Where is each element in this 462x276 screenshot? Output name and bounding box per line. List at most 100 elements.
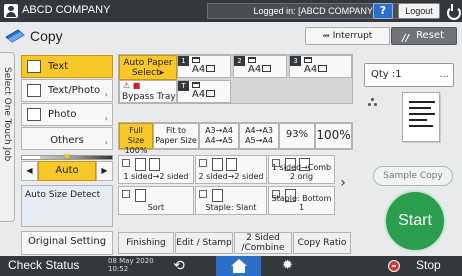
density-indicator-icon <box>63 154 71 159</box>
tray-number: T <box>178 81 189 91</box>
tray-number: 3 <box>290 56 301 66</box>
start-button[interactable]: Start <box>384 190 446 252</box>
help-button[interactable]: ? <box>373 3 393 19</box>
density-darker-button[interactable]: ▶ <box>96 161 113 181</box>
original-type-photo[interactable]: Photo › <box>21 103 113 126</box>
interrupt-button[interactable]: ⥈ Interrupt <box>305 27 390 45</box>
ratio-label: A5→A4 <box>245 136 273 145</box>
tray-1-button[interactable]: 1 A4 <box>177 55 231 78</box>
gear-icon[interactable]: ✹ <box>282 257 293 275</box>
auto-paper-select-button[interactable]: Auto Paper Select▸ <box>119 55 177 80</box>
fit-to-paper-button[interactable]: Fit to Paper Size <box>153 123 199 149</box>
duplex-icon <box>212 158 267 172</box>
quantity-label: Qty : <box>371 69 396 80</box>
duplex-icon <box>135 158 190 172</box>
reset-label: Reset <box>416 30 444 41</box>
reduce-a3-a4-button[interactable]: A3→A4 A4→A5 <box>199 123 239 149</box>
comb-two-orig-button[interactable]: 1 sided→Comb 2 orig <box>268 155 335 184</box>
original-type-text[interactable]: Text <box>21 55 113 78</box>
tray-number: 2 <box>234 56 245 66</box>
reset-icon: // <box>402 33 410 44</box>
bottom-bar: Check Status 08 May 2020 10:52 ⟲ ✹ Stop <box>0 256 462 276</box>
density-preview-icon <box>368 98 378 108</box>
original-type-label: Others <box>50 135 84 146</box>
ratio-93-button[interactable]: 93% <box>279 123 315 149</box>
tray-icon <box>248 57 256 63</box>
staple-bottom-button[interactable]: Staple: Bottom 1 <box>268 186 335 215</box>
interrupt-icon: ⥈ <box>322 31 333 41</box>
finishing-label: 2 sided→2 sided <box>198 172 264 181</box>
chevron-icon: › <box>104 114 108 123</box>
stop-icon[interactable] <box>388 260 400 272</box>
staple-slant-icon <box>212 189 267 203</box>
sample-copy-button[interactable]: Sample Copy <box>373 166 453 186</box>
tray-icon <box>192 57 200 63</box>
tab-2-sided-combine[interactable]: 2 Sided /Combine <box>234 232 292 254</box>
density-lighter-button[interactable]: ◀ <box>21 161 38 181</box>
original-setting-button[interactable]: Original Setting <box>21 231 113 255</box>
checkbox <box>199 190 207 198</box>
reset-button[interactable]: // Reset <box>391 27 457 45</box>
tray-3-button[interactable]: 3 A4 <box>289 55 352 78</box>
staple-slant-button[interactable]: Staple: Slant <box>195 186 267 215</box>
copy-preview <box>364 92 454 152</box>
density-auto-button[interactable]: Auto <box>38 161 96 181</box>
ratio-label: A3→A4 <box>205 126 233 135</box>
ratio-label: Full Size <box>127 126 145 145</box>
date-text: 08 May 2020 <box>108 257 154 265</box>
tab-copy-ratio[interactable]: Copy Ratio <box>293 232 351 254</box>
power-icon[interactable] <box>446 4 461 20</box>
page-title: Copy <box>30 28 63 44</box>
paper-tray-panel: Auto Paper Select▸ 1 A4 2 A4 3 A4 ⚠ ■ By… <box>118 54 353 104</box>
ratio-label: Paper Size <box>155 136 197 145</box>
one-to-two-sided-button[interactable]: 1 sided→2 sided <box>118 155 194 184</box>
photo-icon <box>27 108 41 121</box>
original-type-text-photo[interactable]: Text/Photo › <box>21 79 113 102</box>
ratio-label: A4→A5 <box>205 136 233 145</box>
tray-icon <box>304 57 312 63</box>
finishing-label: Staple: Bottom 1 <box>271 194 332 212</box>
time-text: 10:52 <box>108 265 129 273</box>
enlarge-a4-a3-button[interactable]: A4→A3 A5→A4 <box>239 123 279 149</box>
stop-button[interactable]: Stop <box>416 258 441 272</box>
sort-button[interactable]: Sort <box>118 186 194 215</box>
bypass-tray-button[interactable]: ⚠ ■ Bypass Tray <box>119 80 177 103</box>
tray-size: A4 <box>192 89 215 100</box>
user-icon <box>4 4 18 18</box>
quantity-field[interactable]: Qty :1 ... <box>364 63 454 87</box>
checkbox <box>199 159 207 167</box>
side-tab-label: Select One Touch Job <box>2 67 12 162</box>
original-type-others[interactable]: Others › <box>21 127 113 150</box>
logout-button[interactable]: Logout <box>398 3 440 19</box>
date-time: 08 May 2020 10:52 <box>108 257 154 273</box>
tray-size: A4 <box>248 64 271 75</box>
auto-paper-label-2: Select▸ <box>131 68 165 78</box>
bypass-warning-icon: ⚠ ■ <box>123 81 141 90</box>
text-icon <box>27 60 41 73</box>
finishing-label: 1 sided→Comb 2 orig <box>271 163 332 181</box>
next-page-button[interactable]: › <box>336 164 350 204</box>
finishing-label: 1 sided→2 sided <box>123 172 189 181</box>
back-icon[interactable]: ⟲ <box>166 258 192 274</box>
tray-2-button[interactable]: 2 A4 <box>233 55 287 78</box>
auto-size-detect: Auto Size Detect <box>21 185 113 227</box>
tray-t-button[interactable]: T A4 <box>177 80 231 103</box>
two-to-two-sided-button[interactable]: 2 sided→2 sided <box>195 155 267 184</box>
check-status-button[interactable]: Check Status <box>8 258 79 272</box>
top-bar: ABCD COMPANY Logged in: [ABCD COMPANY] ?… <box>0 0 462 22</box>
tray-size: A4 <box>192 64 215 75</box>
select-one-touch-job-tab[interactable]: Select One Touch Job <box>0 52 15 222</box>
quantity-more: ... <box>439 69 449 80</box>
full-size-button[interactable]: Full Size 100% <box>119 123 153 155</box>
finishing-label: Sort <box>147 203 165 212</box>
ratio-label: Fit to <box>166 126 186 135</box>
original-type-label: Text/Photo <box>48 85 101 96</box>
tab-finishing[interactable]: Finishing <box>118 232 174 254</box>
home-icon[interactable] <box>216 256 261 276</box>
ratio-100-button[interactable]: 100% <box>315 123 352 149</box>
tab-edit-stamp[interactable]: Edit / Stamp <box>175 232 233 254</box>
quantity-value: 1 <box>395 69 402 80</box>
tray-icon <box>192 82 200 88</box>
bypass-label: Bypass Tray <box>122 92 176 102</box>
text-photo-icon <box>27 84 41 97</box>
